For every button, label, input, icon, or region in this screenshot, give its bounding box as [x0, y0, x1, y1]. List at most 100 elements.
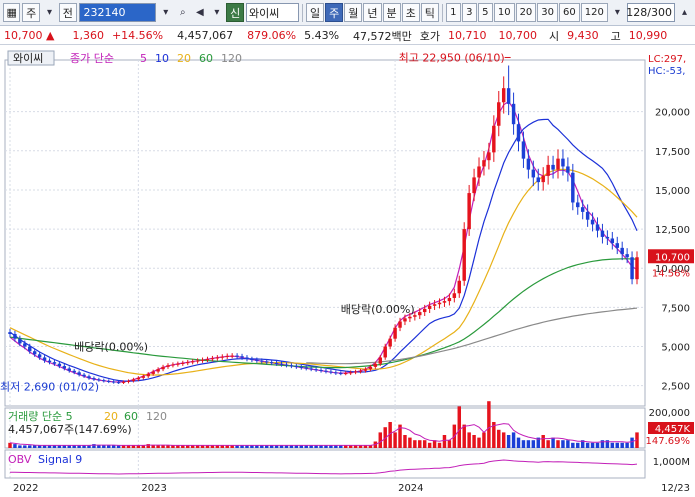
candle-body — [516, 124, 521, 142]
volume-bar — [630, 437, 634, 448]
candle-body — [615, 243, 619, 248]
market-select[interactable]: 주 — [22, 3, 40, 22]
candle-body — [186, 362, 190, 364]
dropdown-icon[interactable]: ▾ — [158, 3, 173, 22]
date-label: 12/23 — [661, 483, 690, 494]
candle-body — [215, 357, 220, 359]
candle-body — [630, 257, 634, 280]
y-tick-label: 2,500 — [661, 382, 690, 393]
candle-body — [378, 357, 383, 364]
candle-body — [610, 238, 615, 244]
data-count-field[interactable]: 128/300 — [626, 3, 675, 22]
candle-body — [131, 379, 136, 381]
candle-body — [393, 327, 397, 339]
candle-body — [368, 366, 373, 370]
period-tab-6[interactable]: 틱 — [420, 3, 439, 22]
quote-bar: 10,700 ▲ 1,360 +14.56% 4,457,067 879.06%… — [0, 27, 695, 45]
candle-body — [82, 374, 86, 377]
candle-body — [422, 308, 427, 313]
up-arrow-icon: ▲ — [46, 29, 55, 42]
candle-body — [299, 366, 304, 368]
volume-bar — [161, 445, 165, 448]
volume-bar — [501, 432, 506, 448]
period-tab-1[interactable]: 주 — [325, 3, 344, 22]
candle-body — [220, 356, 225, 358]
open-label: 시 — [549, 29, 560, 43]
interval-tab-3[interactable]: 3 — [461, 3, 477, 22]
volume-bar — [615, 442, 619, 448]
legend-ma-5: 5 — [140, 52, 147, 65]
candle-body — [62, 366, 67, 369]
period-tab-2[interactable]: 월 — [344, 3, 363, 22]
spinner-up-icon[interactable]: ▴ — [677, 3, 692, 22]
candle-body — [432, 304, 437, 306]
chevron-down-icon[interactable]: ▾ — [610, 3, 625, 22]
candle-body — [571, 172, 575, 203]
toolbar: ▦ 주 ▾ 전 232140 ▾ ⌕ ◀ ▾ 신 와이씨 일주월년분초틱 135… — [0, 0, 695, 26]
candle-body — [437, 302, 442, 305]
candle-body — [403, 318, 407, 322]
candle-body — [343, 373, 348, 375]
candle-body — [32, 351, 37, 355]
x-tick-label: 2022 — [13, 483, 38, 494]
period-tab-3[interactable]: 년 — [363, 3, 382, 22]
prev-button[interactable]: 전 — [59, 3, 77, 22]
volume-bar — [511, 432, 516, 448]
candle-body — [289, 365, 294, 367]
volume-bar — [561, 440, 565, 448]
volume-bar — [506, 435, 511, 448]
interval-tab-5[interactable]: 5 — [477, 3, 493, 22]
volume-bar — [595, 442, 600, 448]
candle-body — [309, 368, 313, 370]
search-icon[interactable]: ⌕ — [175, 3, 190, 22]
interval-tab-1[interactable]: 1 — [445, 3, 461, 22]
interval-tab-10[interactable]: 10 — [493, 3, 515, 22]
candle-body — [521, 141, 526, 159]
volume-y-tick: 200,000 — [649, 408, 690, 419]
price-tag-pct: 14.56% — [652, 268, 690, 279]
volume-bar — [526, 440, 531, 448]
candle-body — [264, 361, 269, 363]
interval-tab-30[interactable]: 30 — [537, 3, 559, 22]
volume-bar — [427, 442, 432, 448]
chart-area[interactable]: 20,000 17,500 15,000 12,500 10,000 7,500 5,000… — [0, 46, 695, 494]
new-badge: 신 — [226, 3, 244, 22]
x-tick-label: 2023 — [141, 483, 166, 494]
candle-body — [274, 362, 279, 364]
candle-body — [590, 219, 595, 225]
candle-body — [121, 381, 126, 383]
volume-bar — [497, 429, 501, 448]
candle-body — [526, 158, 531, 170]
volume-tag-value: 4,457K — [655, 424, 691, 435]
candle-body — [42, 357, 47, 361]
candle-body — [161, 366, 165, 370]
price-chart-svg[interactable]: 20,00017,50015,00012,50010,0007,5005,000… — [0, 46, 695, 494]
volume-bar — [18, 445, 22, 448]
legend-volume-60: 60 — [124, 410, 138, 423]
speaker-icon[interactable]: ◀ — [192, 3, 207, 22]
open-price: 9,430 — [567, 29, 599, 42]
candle-body — [358, 370, 363, 372]
volume-bar — [111, 445, 116, 448]
candle-body — [57, 363, 62, 367]
chevron-down-icon[interactable]: ▾ — [42, 3, 57, 22]
interval-tab-20[interactable]: 20 — [515, 3, 537, 22]
chart-type-button[interactable]: ▦ — [3, 3, 21, 22]
candle-body — [136, 377, 141, 380]
legend-ma-label: 종가 단순 — [70, 52, 114, 65]
volume-bar — [23, 445, 27, 448]
candle-body — [388, 338, 392, 347]
interval-tab-60[interactable]: 60 — [559, 3, 580, 22]
period-tab-0[interactable]: 일 — [306, 3, 325, 22]
volume-bar — [413, 440, 417, 448]
candle-body — [240, 356, 244, 358]
period-tab-5[interactable]: 초 — [401, 3, 420, 22]
chevron-down-icon[interactable]: ▾ — [209, 3, 224, 22]
period-tab-4[interactable]: 분 — [382, 3, 401, 22]
stock-code-input[interactable]: 232140 — [78, 3, 157, 22]
interval-tab-120[interactable]: 120 — [580, 3, 608, 22]
candle-body — [72, 370, 76, 373]
volume-bar — [107, 445, 111, 448]
candle-body — [605, 236, 610, 239]
volume-bar — [482, 432, 486, 448]
